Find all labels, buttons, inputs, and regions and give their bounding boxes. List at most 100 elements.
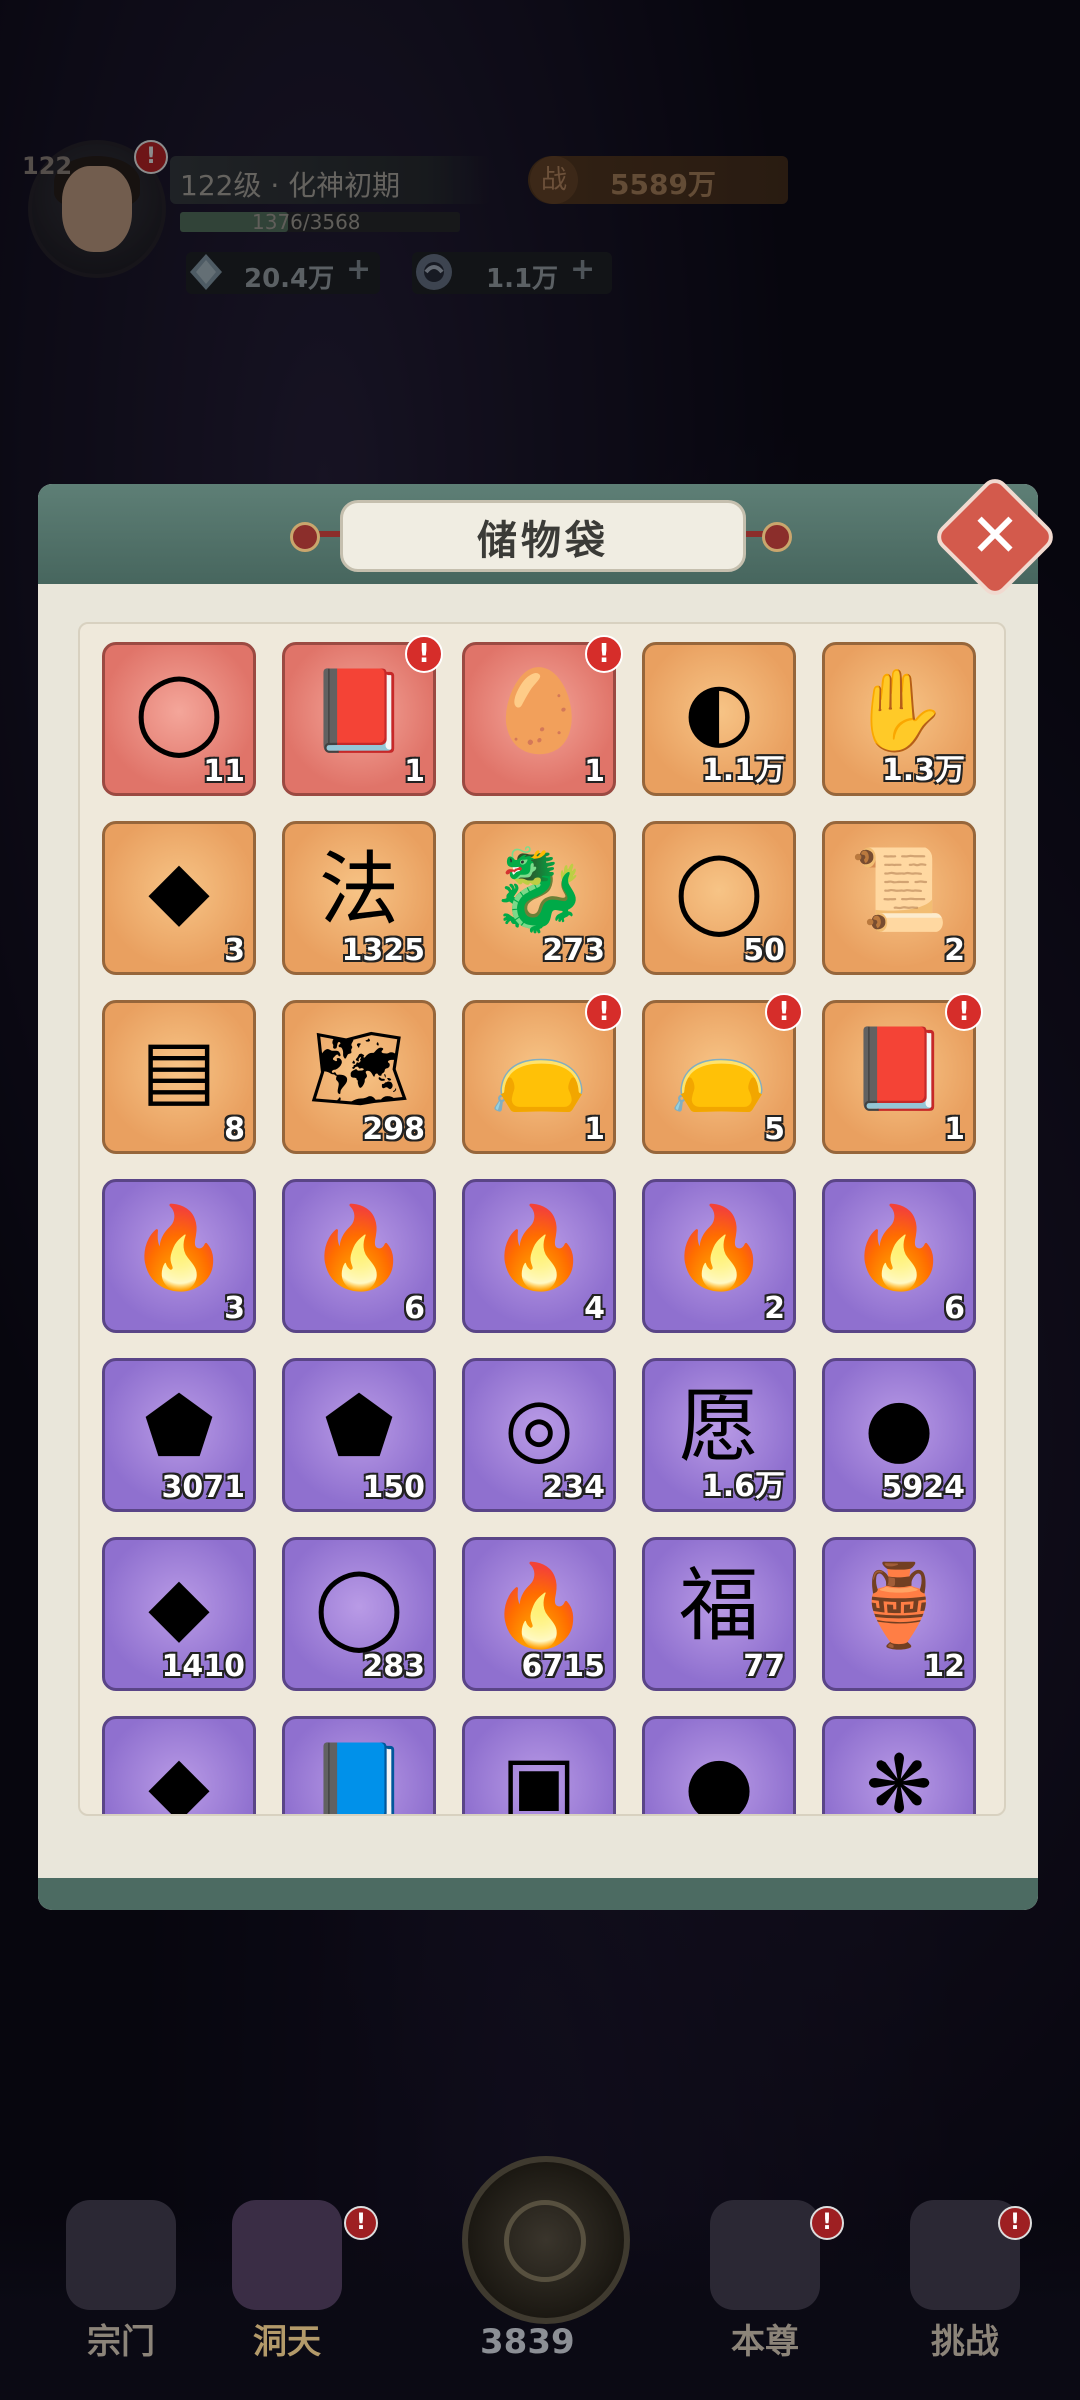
inventory-slot[interactable]: ◆ 1410 [102,1537,256,1691]
ancient-scroll-icon: 📜 [849,843,949,936]
jade-bracelet-icon: ◯ [314,1559,404,1652]
inventory-slot[interactable]: 📕 1! [282,635,443,796]
inventory-slot[interactable]: 法 1325 [282,821,436,975]
inventory-slot[interactable]: 🔥 6 [822,1179,976,1333]
inventory-slot[interactable]: 📘 [282,1716,436,1816]
inventory-slot[interactable]: ◯ 11 [102,642,256,796]
mystery-bag-icon: 👝 [489,1022,589,1115]
jade-vase-icon: 🏺 [849,1559,949,1652]
inventory-slot[interactable]: ◐ 1.1万 [642,642,796,796]
inventory-slot[interactable]: 🐉 273 [462,821,616,975]
item-count: 12 [923,1649,965,1684]
inventory-slot[interactable]: 👝 1! [462,993,623,1154]
new-item-alert-icon: ! [585,635,623,673]
item-count: 1325 [341,933,426,968]
inventory-slot[interactable]: 福 77 [642,1537,796,1691]
map-scroll-icon: 🗺 [308,1022,410,1115]
cave-tree-icon [232,2200,342,2310]
item-count: 6 [944,1291,965,1326]
item-count: 5924 [881,1470,966,1505]
inventory-slot[interactable]: ◆ [102,1716,256,1814]
iron-ore-icon: ⬟ [144,1380,214,1473]
golden-bracelet-icon: ◯ [674,843,764,936]
new-item-alert-icon: ! [765,993,803,1031]
item-count: 3 [224,1291,245,1326]
inventory-slot[interactable]: 🔥 6 [282,1179,436,1333]
inventory-slot[interactable]: ◎ 234 [462,1358,616,1512]
gold-crystal-icon: ◆ [148,1559,210,1652]
item-count: 1 [584,1112,605,1147]
center-count: 3839 [480,2322,575,2362]
item-count: 1 [584,754,605,789]
item-count: 298 [362,1112,425,1147]
selection-book-icon: 📕 [849,1022,949,1115]
inventory-slot[interactable]: ❋ [822,1716,976,1814]
new-item-alert-icon: ! [585,993,623,1031]
inventory-slot[interactable]: 🥚 1! [462,635,623,796]
inventory-slot[interactable]: 🗺 298 [282,1000,436,1154]
self-alert-icon: ! [810,2206,844,2240]
inventory-slot[interactable]: ● 5924 [822,1358,976,1512]
dark-flame-icon: 🔥 [849,1201,949,1294]
inventory-slot[interactable]: 愿 1.6万 [642,1358,796,1512]
right-knot-icon [762,522,792,552]
new-item-alert-icon: ! [945,993,983,1031]
inventory-slot[interactable]: ◆ 3 [102,821,256,975]
inventory-slot[interactable]: 📜 2 [822,821,976,975]
purple-book-icon: 📘 [309,1738,409,1816]
item-count: 283 [362,1649,425,1684]
inventory-slot[interactable]: 🔥 3 [102,1179,256,1333]
item-count: 1 [404,754,425,789]
inventory-slot[interactable]: 🔥 6715 [462,1537,616,1691]
item-count: 2 [764,1291,785,1326]
item-count: 1.6万 [701,1469,785,1504]
item-count: 8 [224,1112,245,1147]
pink-orb-icon: ● [684,1738,754,1816]
center-ring-icon [504,2200,586,2282]
inventory-slot[interactable]: ◯ 283 [282,1537,436,1691]
inventory-slot[interactable]: 🏺 12 [822,1537,976,1691]
gold-plaque-icon: ▣ [501,1738,577,1816]
jade-lion-icon: 🐉 [489,843,589,936]
item-count: 1.1万 [701,753,785,788]
talisman-papers-icon: ▤ [141,1022,217,1115]
nav-challenge-label: 挑战 [931,2322,999,2362]
item-count: 150 [362,1470,425,1505]
new-item-alert-icon: ! [405,635,443,673]
item-count: 6 [404,1291,425,1326]
crystal-tile-icon: ◆ [148,843,210,936]
inventory-slot[interactable]: ▤ 8 [102,1000,256,1154]
inventory-slot[interactable]: 🔥 2 [642,1179,796,1333]
item-count: 6715 [521,1649,606,1684]
item-count: 3 [224,933,245,968]
green-flame-icon: 🔥 [309,1201,409,1294]
nav-sect[interactable]: 宗门 [46,2200,196,2363]
inventory-grid-frame[interactable]: ◯ 11 📕 1! 🥚 1! ◐ 1.1万 ✋ 1.3万 ◆ 3 法 1325 🐉 273 ◯ 50 📜 2 ▤ 8 🗺 29… [78,622,1006,1816]
inventory-slot[interactable]: ⬟ 150 [282,1358,436,1512]
dharma-token-icon: 法 [319,843,399,936]
inventory-slot[interactable]: ▣ [462,1716,616,1816]
close-icon[interactable]: ✕ [950,496,1040,576]
inventory-slot[interactable]: ● [642,1716,796,1816]
inventory-slot[interactable]: ✋ 1.3万 [822,642,976,796]
nav-self-label: 本尊 [731,2322,799,2362]
sect-building-icon [66,2200,176,2310]
fire-bag-icon: 👝 [669,1022,769,1115]
jade-ring-icon: ◯ [134,664,224,757]
item-count: 11 [203,754,245,789]
inventory-slot[interactable]: ◯ 50 [642,821,796,975]
left-knot-icon [290,522,320,552]
inventory-slot[interactable]: 📕 1! [822,993,983,1154]
inventory-slot[interactable]: ⬟ 3071 [102,1358,256,1512]
panel-title: 储物袋 [477,518,609,564]
inventory-slot[interactable]: 🔥 4 [462,1179,616,1333]
inventory-slot[interactable]: 👝 5! [642,993,803,1154]
nav-cave[interactable]: 洞天 [212,2200,362,2363]
item-count: 273 [542,933,605,968]
selection-egg-icon: 🥚 [489,664,589,757]
fire-seed-icon: 🔥 [489,1559,589,1652]
fortune-card-icon: 福 [679,1559,759,1652]
nav-sect-label: 宗门 [87,2322,155,2362]
item-count: 1 [944,1112,965,1147]
cave-alert-icon: ! [344,2206,378,2240]
